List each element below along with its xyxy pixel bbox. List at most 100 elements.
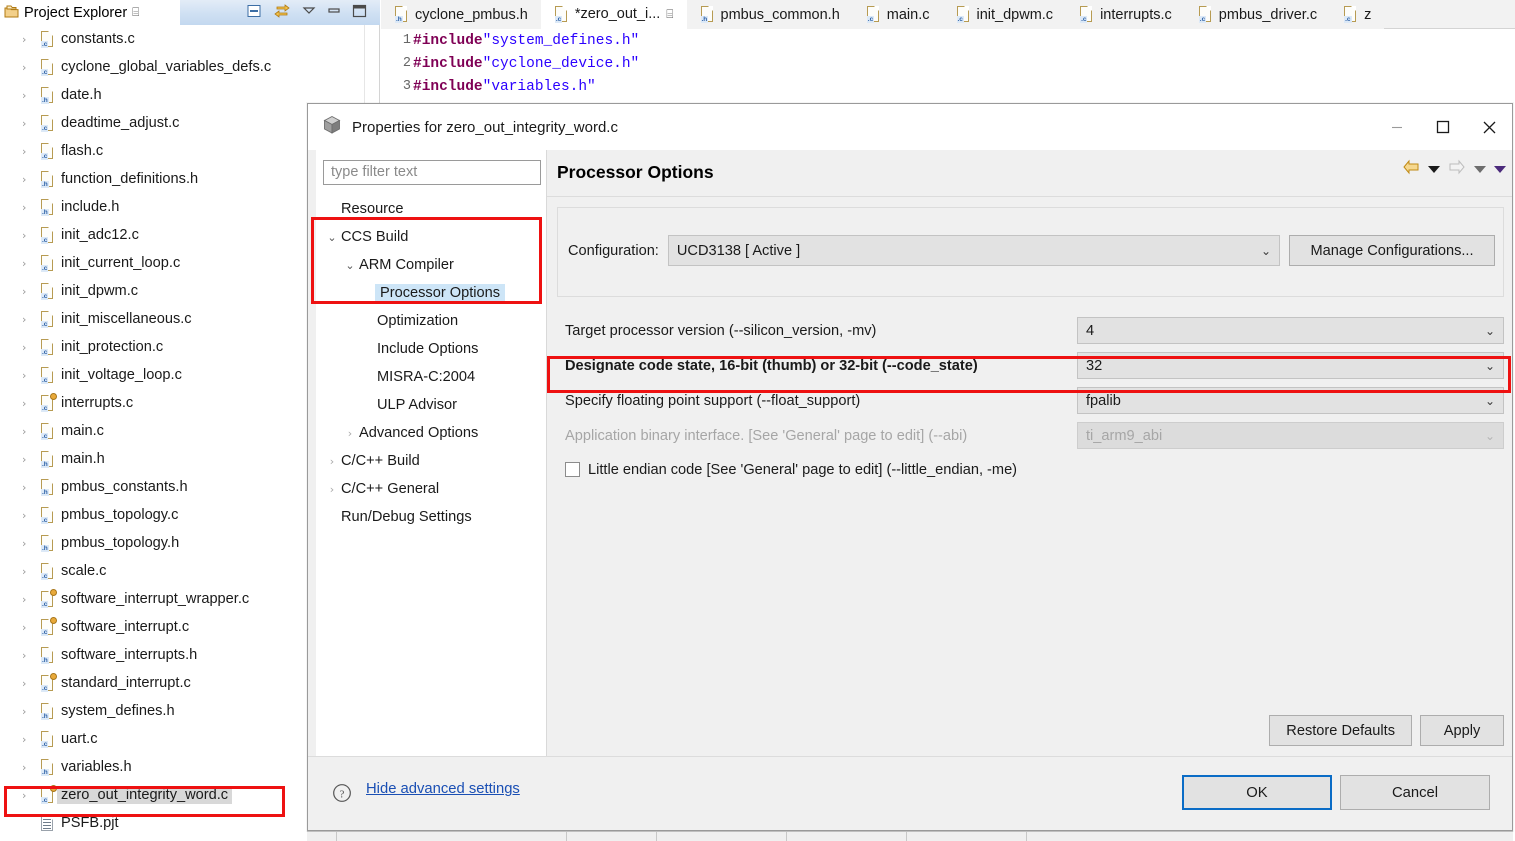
expand-arrow-icon[interactable]: › bbox=[22, 481, 34, 494]
expand-arrow-icon[interactable]: › bbox=[22, 229, 34, 242]
link-with-editor-icon[interactable] bbox=[273, 3, 291, 23]
view-menu-icon[interactable] bbox=[302, 5, 316, 21]
expand-arrow-icon[interactable]: › bbox=[22, 173, 34, 186]
tree-item-label: standard_interrupt.c bbox=[61, 675, 191, 691]
expand-arrow-icon[interactable]: › bbox=[22, 201, 34, 214]
expand-arrow-icon[interactable]: › bbox=[22, 593, 34, 606]
tree-item-label: function_definitions.h bbox=[61, 171, 199, 187]
view-menu-icon[interactable] bbox=[1494, 165, 1506, 173]
line-number: 2 bbox=[402, 56, 411, 71]
back-dropdown-icon[interactable] bbox=[1428, 165, 1440, 173]
header-file-icon: .h bbox=[40, 758, 55, 776]
filter-input[interactable]: type filter text bbox=[323, 160, 541, 185]
chevron-right-icon[interactable]: › bbox=[343, 427, 357, 440]
settings-nav-item[interactable]: Optimization bbox=[317, 307, 545, 335]
chevron-right-icon[interactable]: › bbox=[325, 483, 339, 496]
expand-arrow-icon[interactable]: › bbox=[22, 621, 34, 634]
tree-item-label: uart.c bbox=[61, 731, 98, 747]
settings-nav-item[interactable]: Resource bbox=[317, 195, 545, 223]
editor-tab[interactable]: .c init_dpwm.c bbox=[942, 0, 1067, 29]
tree-item-label: software_interrupt.c bbox=[61, 619, 190, 635]
apply-button[interactable]: Apply bbox=[1420, 715, 1504, 746]
chevron-down-icon[interactable]: ⌄ bbox=[343, 259, 357, 272]
settings-nav-item[interactable]: Processor Options bbox=[317, 279, 545, 307]
expand-arrow-icon[interactable]: › bbox=[22, 565, 34, 578]
tree-item[interactable]: › .c cyclone_global_variables_defs.c bbox=[0, 53, 379, 81]
settings-nav-item[interactable]: Include Options bbox=[317, 335, 545, 363]
expand-arrow-icon[interactable]: › bbox=[22, 425, 34, 438]
expand-arrow-icon[interactable]: › bbox=[22, 369, 34, 382]
little-endian-checkbox[interactable] bbox=[565, 462, 580, 477]
expand-arrow-icon[interactable]: › bbox=[22, 89, 34, 102]
back-arrow-icon[interactable] bbox=[1402, 159, 1420, 179]
settings-nav-label: C/C++ General bbox=[341, 481, 440, 497]
expand-arrow-icon[interactable]: › bbox=[22, 145, 34, 158]
chevron-down-icon[interactable]: ⌄ bbox=[325, 231, 339, 244]
option-label: Designate code state, 16-bit (thumb) or … bbox=[565, 357, 978, 374]
settings-nav-item[interactable]: Run/Debug Settings bbox=[317, 503, 545, 531]
expand-arrow-icon[interactable]: › bbox=[22, 453, 34, 466]
close-icon[interactable]: ⌸ bbox=[666, 7, 673, 22]
tree-item[interactable]: › .c constants.c bbox=[0, 25, 379, 53]
expand-arrow-icon[interactable]: › bbox=[22, 705, 34, 718]
maximize-view-icon[interactable] bbox=[352, 4, 367, 22]
minimize-view-icon[interactable] bbox=[327, 5, 341, 21]
editor-tab[interactable]: .c main.c bbox=[852, 0, 943, 29]
minimize-button[interactable] bbox=[1374, 104, 1420, 150]
expand-arrow-icon[interactable]: › bbox=[22, 285, 34, 298]
restore-defaults-button[interactable]: Restore Defaults bbox=[1269, 715, 1412, 746]
settings-nav-tree[interactable]: Resource ⌄ CCS Build ⌄ ARM Compiler Processor… bbox=[317, 195, 545, 755]
option-combobox[interactable]: 32 ⌄ bbox=[1077, 352, 1504, 379]
editor-tab[interactable]: .c pmbus_driver.c bbox=[1184, 0, 1331, 29]
little-endian-checkbox-row[interactable]: Little endian code [See 'General' page t… bbox=[557, 453, 1504, 486]
project-explorer-tab[interactable]: Project Explorer ⌸ bbox=[0, 0, 146, 25]
expand-arrow-icon[interactable]: › bbox=[22, 117, 34, 130]
settings-nav-item[interactable]: MISRA-C:2004 bbox=[317, 363, 545, 391]
expand-arrow-icon[interactable]: › bbox=[22, 397, 34, 410]
option-combobox[interactable]: 4 ⌄ bbox=[1077, 317, 1504, 344]
expand-arrow-icon[interactable]: › bbox=[22, 313, 34, 326]
dialog-titlebar[interactable]: Properties for zero_out_integrity_word.c bbox=[308, 104, 1512, 150]
hide-advanced-settings-link[interactable]: Hide advanced settings bbox=[366, 781, 520, 797]
settings-nav-item[interactable]: › C/C++ Build bbox=[317, 447, 545, 475]
option-combobox[interactable]: fpalib ⌄ bbox=[1077, 387, 1504, 414]
editor-tab[interactable]: .h pmbus_common.h bbox=[686, 0, 853, 29]
expand-arrow-icon[interactable]: › bbox=[22, 257, 34, 270]
expand-arrow-icon[interactable]: › bbox=[22, 761, 34, 774]
expand-arrow-icon[interactable]: › bbox=[22, 509, 34, 522]
expand-arrow-icon[interactable]: › bbox=[22, 649, 34, 662]
help-icon[interactable]: ? bbox=[332, 783, 352, 807]
configuration-group: Configuration: UCD3138 [ Active ] ⌄ Mana… bbox=[557, 207, 1504, 297]
chevron-right-icon[interactable]: › bbox=[325, 455, 339, 468]
settings-nav-item[interactable]: ⌄ ARM Compiler bbox=[317, 251, 545, 279]
expand-arrow-icon[interactable]: › bbox=[22, 33, 34, 46]
editor-tab[interactable]: .c z bbox=[1330, 0, 1385, 29]
maximize-button[interactable] bbox=[1420, 104, 1466, 150]
editor-tab[interactable]: .h cyclone_pmbus.h bbox=[381, 0, 541, 29]
settings-nav-item[interactable]: ⌄ CCS Build bbox=[317, 223, 545, 251]
manage-configurations-button[interactable]: Manage Configurations... bbox=[1289, 235, 1495, 266]
expand-arrow-icon[interactable]: › bbox=[22, 789, 34, 802]
expand-arrow-icon[interactable]: › bbox=[22, 537, 34, 550]
configuration-combobox[interactable]: UCD3138 [ Active ] ⌄ bbox=[667, 235, 1280, 266]
close-button[interactable] bbox=[1466, 104, 1512, 150]
forward-dropdown-icon bbox=[1474, 165, 1486, 173]
settings-nav-item[interactable]: › C/C++ General bbox=[317, 475, 545, 503]
collapse-all-icon[interactable] bbox=[246, 3, 262, 23]
option-row: Designate code state, 16-bit (thumb) or … bbox=[557, 348, 1504, 383]
editor-tab[interactable]: .c interrupts.c bbox=[1066, 0, 1185, 29]
expand-arrow-icon[interactable]: › bbox=[22, 61, 34, 74]
ok-button[interactable]: OK bbox=[1182, 775, 1332, 810]
code-keyword: #include bbox=[413, 78, 483, 95]
cancel-button[interactable]: Cancel bbox=[1340, 775, 1490, 810]
pane-action-buttons: Restore Defaults Apply bbox=[1269, 715, 1504, 746]
settings-nav-item[interactable]: › Advanced Options bbox=[317, 419, 545, 447]
expand-arrow-icon[interactable]: › bbox=[22, 341, 34, 354]
expand-arrow-icon[interactable]: › bbox=[22, 733, 34, 746]
expand-arrow-icon[interactable]: › bbox=[22, 677, 34, 690]
code-line: 2 #include "cyclone_device.h" bbox=[381, 52, 1515, 75]
editor-tab[interactable]: .c *zero_out_i... ⌸ bbox=[540, 0, 687, 29]
close-icon[interactable]: ⌸ bbox=[132, 5, 139, 20]
settings-nav-item[interactable]: ULP Advisor bbox=[317, 391, 545, 419]
tree-item-label: init_adc12.c bbox=[61, 227, 139, 243]
